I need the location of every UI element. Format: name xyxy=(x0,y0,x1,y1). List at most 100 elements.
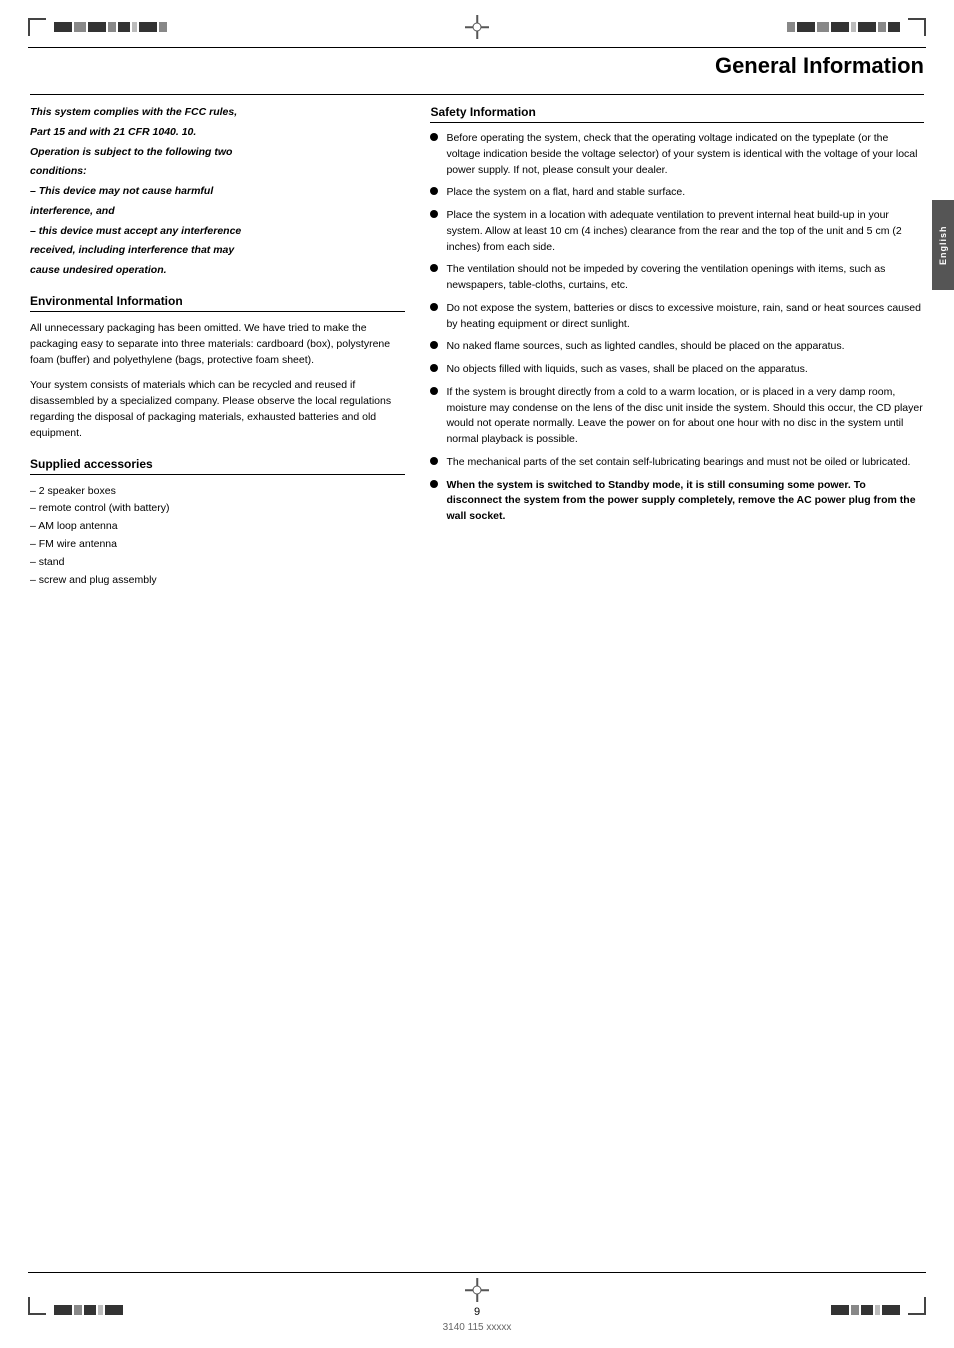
safety-item-0: Before operating the system, check that … xyxy=(430,131,924,178)
fcc-line4: conditions: xyxy=(30,164,405,180)
safety-item-4: Do not expose the system, batteries or d… xyxy=(430,301,924,333)
bottom-decorative: 9 3140 115 xxxxx xyxy=(0,1273,954,1348)
bullet-icon xyxy=(430,210,438,218)
corner-tr-mark xyxy=(908,18,926,36)
safety-list: Before operating the system, check that … xyxy=(430,131,924,525)
corner-br-mark xyxy=(908,1297,926,1315)
strip-block xyxy=(74,22,86,32)
safety-item-6: No objects filled with liquids, such as … xyxy=(430,362,924,378)
page-container: English General Information This system … xyxy=(0,0,954,1348)
bottom-left xyxy=(28,1297,123,1315)
bullet-icon xyxy=(430,480,438,488)
fcc-line8: received, including interference that ma… xyxy=(30,243,405,259)
list-item: screw and plug assembly xyxy=(30,572,405,590)
safety-text: No objects filled with liquids, such as … xyxy=(446,362,807,378)
strip-block xyxy=(831,1305,849,1315)
list-item: remote control (with battery) xyxy=(30,500,405,518)
crosshair-bottom xyxy=(465,1278,489,1302)
strip-block xyxy=(88,22,106,32)
strip-block xyxy=(118,22,130,32)
main-content: General Information This system complies… xyxy=(0,48,954,610)
strip-block xyxy=(159,22,167,32)
fcc-line1: This system complies with the FCC rules, xyxy=(30,105,405,121)
safety-item-9: When the system is switched to Standby m… xyxy=(430,478,924,525)
env-para2: Your system consists of materials which … xyxy=(30,377,405,442)
strip-bottom-left xyxy=(54,1305,123,1315)
language-tab: English xyxy=(932,200,954,290)
accessories-heading: Supplied accessories xyxy=(30,457,405,475)
list-item: FM wire antenna xyxy=(30,536,405,554)
fcc-line9: cause undesired operation. xyxy=(30,263,405,279)
safety-text: Do not expose the system, batteries or d… xyxy=(446,301,924,333)
bullet-icon xyxy=(430,303,438,311)
crosshair-left xyxy=(465,15,489,39)
safety-item-8: The mechanical parts of the set contain … xyxy=(430,455,924,471)
page-number: 9 xyxy=(474,1306,480,1318)
strip-bottom-right xyxy=(831,1305,900,1315)
fcc-line6: interference, and xyxy=(30,204,405,220)
corner-tl-mark xyxy=(28,18,46,36)
safety-text: Place the system on a flat, hard and sta… xyxy=(446,185,685,201)
strip-block xyxy=(105,1305,123,1315)
strip-block xyxy=(861,1305,873,1315)
strip-block xyxy=(888,22,900,32)
strip-block xyxy=(875,1305,880,1315)
safety-text: If the system is brought directly from a… xyxy=(446,385,924,448)
strip-block xyxy=(54,1305,72,1315)
deco-left xyxy=(28,18,167,36)
bottom-center: 9 3140 115 xxxxx xyxy=(443,1278,512,1333)
deco-right xyxy=(787,18,926,36)
right-column: Safety Information Before operating the … xyxy=(430,105,924,590)
safety-text: No naked flame sources, such as lighted … xyxy=(446,339,844,355)
strip-block xyxy=(878,22,886,32)
strip-block xyxy=(139,22,157,32)
environmental-heading: Environmental Information xyxy=(30,294,405,312)
safety-text: Before operating the system, check that … xyxy=(446,131,924,178)
strip-right xyxy=(787,22,900,32)
bullet-icon xyxy=(430,364,438,372)
list-item: AM loop antenna xyxy=(30,518,405,536)
language-label: English xyxy=(938,225,948,265)
safety-text: Place the system in a location with adeq… xyxy=(446,208,924,255)
strip-block xyxy=(851,22,856,32)
bullet-icon xyxy=(430,264,438,272)
safety-item-2: Place the system in a location with adeq… xyxy=(430,208,924,255)
crosshair-circle xyxy=(473,23,482,32)
safety-item-1: Place the system on a flat, hard and sta… xyxy=(430,185,924,201)
list-item: stand xyxy=(30,554,405,572)
env-para1: All unnecessary packaging has been omitt… xyxy=(30,320,405,369)
fcc-line3: Operation is subject to the following tw… xyxy=(30,145,405,161)
bullet-icon xyxy=(430,457,438,465)
list-item: 2 speaker boxes xyxy=(30,483,405,501)
fcc-line2: Part 15 and with 21 CFR 1040. 10. xyxy=(30,125,405,141)
strip-block xyxy=(132,22,137,32)
accessories-list: 2 speaker boxes remote control (with bat… xyxy=(30,483,405,590)
fcc-line5: – This device may not cause harmful xyxy=(30,184,405,200)
strip-block xyxy=(882,1305,900,1315)
strip-block xyxy=(108,22,116,32)
corner-bl-mark xyxy=(28,1297,46,1315)
top-decorative xyxy=(0,0,954,47)
strip-block xyxy=(98,1305,103,1315)
safety-item-5: No naked flame sources, such as lighted … xyxy=(430,339,924,355)
strip-block xyxy=(831,22,849,32)
safety-text-bold: When the system is switched to Standby m… xyxy=(446,478,924,525)
catalog-number: 3140 115 xxxxx xyxy=(443,1322,512,1333)
content-columns: This system complies with the FCC rules,… xyxy=(30,105,924,590)
crosshair-circle xyxy=(473,1286,482,1295)
safety-text: The ventilation should not be impeded by… xyxy=(446,262,924,294)
left-column: This system complies with the FCC rules,… xyxy=(30,105,405,590)
strip-block xyxy=(858,22,876,32)
strip-left xyxy=(54,22,167,32)
page-title: General Information xyxy=(30,48,924,94)
bullet-icon xyxy=(430,341,438,349)
bullet-icon xyxy=(430,187,438,195)
title-rule xyxy=(30,94,924,95)
strip-block xyxy=(54,22,72,32)
safety-item-7: If the system is brought directly from a… xyxy=(430,385,924,448)
bullet-icon xyxy=(430,133,438,141)
strip-block xyxy=(787,22,795,32)
safety-item-3: The ventilation should not be impeded by… xyxy=(430,262,924,294)
safety-text: The mechanical parts of the set contain … xyxy=(446,455,910,471)
fcc-block: This system complies with the FCC rules,… xyxy=(30,105,405,279)
